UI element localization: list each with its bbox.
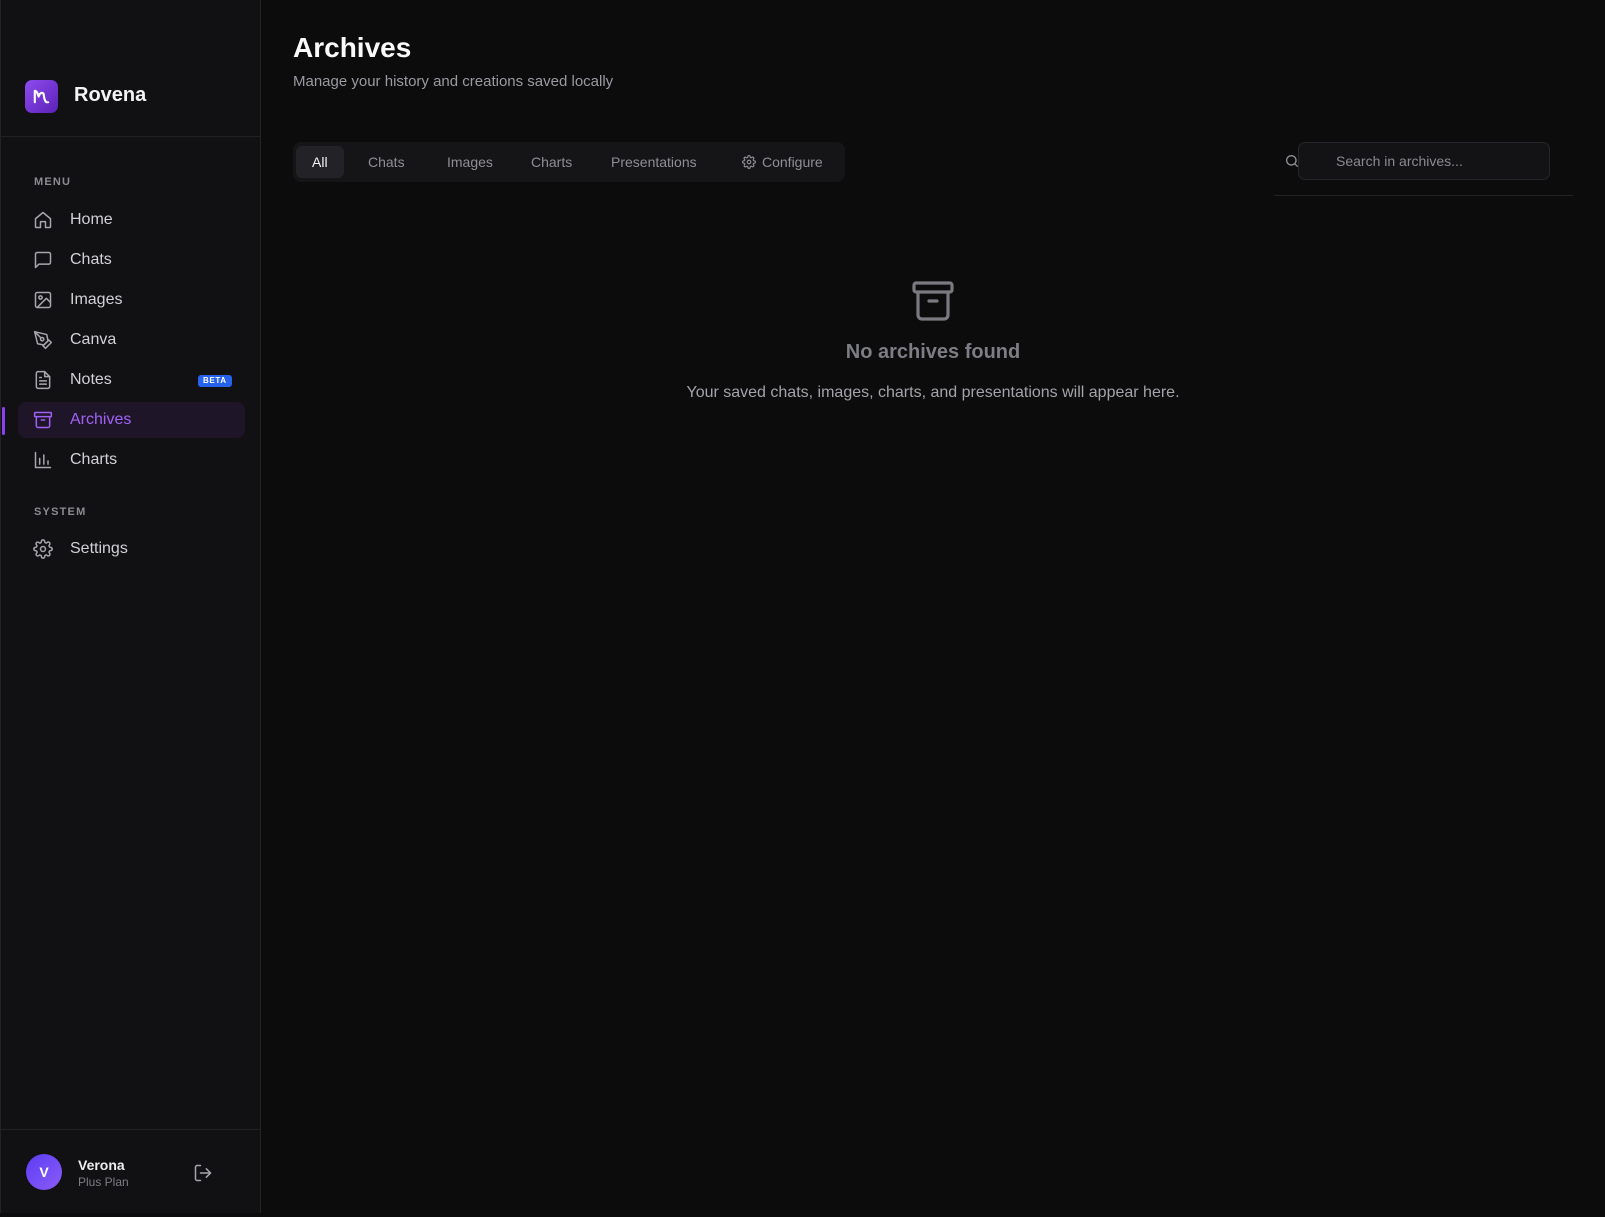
tab-all[interactable]: All [296,146,344,178]
gear-icon [742,148,756,169]
user-plan: Plus Plan [78,1175,129,1189]
tab-chats[interactable]: Chats [352,146,421,178]
sidebar-item-chats[interactable]: Chats [18,242,245,278]
archive-filter-tabs: All Chats Images Charts Presentations Co… [293,142,845,182]
brand-name: Rovena [74,84,147,106]
tab-images[interactable]: Images [431,146,509,178]
sidebar-item-images[interactable]: Images [18,282,245,318]
tab-label: Configure [762,154,823,170]
image-icon [33,290,53,310]
active-nav-indicator [2,407,5,435]
sidebar-item-archives[interactable]: Archives [18,402,245,438]
tab-charts[interactable]: Charts [515,146,588,178]
pen-tool-icon [33,330,53,350]
sidebar-item-label: Settings [70,540,128,557]
empty-state-description: Your saved chats, images, charts, and pr… [686,384,1180,401]
sidebar-item-label: Archives [70,411,132,428]
sidebar-item-label: Home [70,211,113,228]
sidebar-item-settings[interactable]: Settings [18,531,245,567]
archive-icon [909,277,957,325]
sidebar-item-charts[interactable]: Charts [18,442,245,478]
sidebar-item-label: Canva [70,331,117,348]
message-square-icon [33,250,53,270]
menu-section-label: MENU [34,176,72,188]
gear-icon [33,539,53,559]
sidebar-item-home[interactable]: Home [18,202,245,238]
sidebar-item-label: Images [70,291,123,308]
tab-label: Presentations [611,154,697,170]
avatar[interactable]: V [26,1154,62,1190]
user-name: Verona [78,1157,125,1173]
user-profile: V Verona Plus Plan [1,1129,260,1213]
home-icon [33,210,53,230]
search-input[interactable] [1298,142,1550,180]
brand-logo-icon[interactable] [25,80,58,113]
bar-chart-icon [33,450,53,470]
sidebar-item-label: Charts [70,451,118,468]
search-bar [1274,142,1573,196]
tab-label: Images [447,154,493,170]
beta-badge: BETA [198,375,232,387]
configure-button[interactable]: Configure [726,146,839,178]
page-subtitle: Manage your history and creations saved … [293,73,614,90]
brand-header: Rovena [1,0,260,137]
sidebar: Rovena MENU Home Chats Images Canva Note… [0,0,261,1213]
system-section-label: SYSTEM [34,506,87,518]
sidebar-item-notes[interactable]: Notes BETA [18,362,245,398]
tab-label: Charts [531,154,573,170]
tab-label: Chats [368,154,405,170]
sidebar-item-label: Chats [70,251,112,268]
logout-icon[interactable] [193,1163,213,1183]
tab-label: All [312,154,328,170]
tab-presentations[interactable]: Presentations [595,146,713,178]
sidebar-item-label: Notes [70,371,112,388]
page-title: Archives [293,32,412,63]
sidebar-item-canva[interactable]: Canva [18,322,245,358]
file-text-icon [33,370,53,390]
archive-icon [33,410,53,430]
app-window: Rovena MENU Home Chats Images Canva Note… [0,0,1605,1217]
empty-state-title: No archives found [845,341,1021,363]
